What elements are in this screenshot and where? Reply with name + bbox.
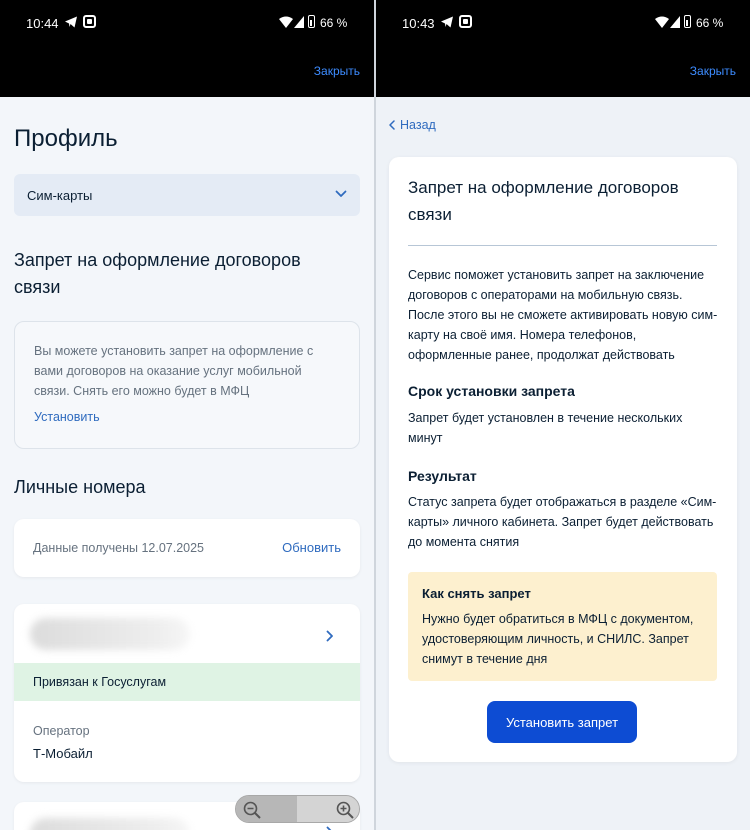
result-title: Результат <box>408 468 477 484</box>
profile-screen: 10:44 66 % Закрыть Профиль Сим-карты Зап… <box>0 0 374 830</box>
zoom-out-button[interactable] <box>236 796 298 822</box>
service-description: Сервис поможет установить запрет на закл… <box>408 268 718 362</box>
term-title: Срок установки запрета <box>408 383 575 399</box>
battery-percent: 66 % <box>320 16 348 30</box>
ban-detail-screen: 10:43 66 % Закрыть Назад Запрет на оформ… <box>376 0 750 830</box>
blurred-phone-number <box>30 818 190 830</box>
profile-content: Профиль Сим-карты Запрет на оформление д… <box>0 97 374 830</box>
zoom-control <box>235 795 360 823</box>
status-time: 10:44 <box>26 16 59 31</box>
zoom-out-icon <box>243 801 261 819</box>
data-received-label: Данные получены 12.07.2025 <box>33 541 205 555</box>
zoom-in-icon <box>336 801 354 819</box>
section-select[interactable]: Сим-карты <box>14 174 360 216</box>
select-value: Сим-карты <box>27 188 93 203</box>
chevron-right-icon <box>326 630 333 642</box>
refresh-button[interactable]: Обновить <box>282 540 341 555</box>
app-icon <box>459 15 472 28</box>
battery-icon <box>684 15 691 28</box>
linked-badge: Привязан к Госуслугам <box>14 663 360 701</box>
operator-label: Оператор <box>33 724 90 738</box>
set-ban-button[interactable]: Установить запрет <box>487 701 637 743</box>
wifi-icon <box>655 16 669 28</box>
battery-icon <box>308 15 315 28</box>
blurred-phone-number <box>30 618 190 650</box>
close-button[interactable]: Закрыть <box>314 64 360 78</box>
ban-section-title: Запрет на оформление договоров связи <box>14 250 301 297</box>
wifi-icon <box>279 16 293 28</box>
status-bar: 10:43 66 % Закрыть <box>376 0 750 97</box>
personal-numbers-title: Личные номера <box>14 477 146 497</box>
linked-label: Привязан к Госуслугам <box>33 675 167 689</box>
page-title: Профиль <box>14 125 118 152</box>
detail-content: Назад Запрет на оформление договоров свя… <box>376 97 750 830</box>
note-title: Как снять запрет <box>422 586 531 601</box>
app-icon <box>83 15 96 28</box>
close-button[interactable]: Закрыть <box>690 64 736 78</box>
data-status-card: Данные получены 12.07.2025 Обновить <box>14 519 360 577</box>
back-label: Назад <box>400 118 436 132</box>
sim-card-item[interactable]: Привязан к Госуслугам Оператор Т-Мобайл <box>14 604 360 782</box>
ban-info-card: Вы можете установить запрет на оформлени… <box>14 321 360 449</box>
screens: 10:44 66 % Закрыть Профиль Сим-карты Зап… <box>0 0 750 830</box>
status-time: 10:43 <box>402 16 435 31</box>
telegram-icon <box>441 16 453 28</box>
ban-info-text: Вы можете установить запрет на оформлени… <box>34 344 314 398</box>
telegram-icon <box>65 16 77 28</box>
title-divider <box>408 245 717 246</box>
battery-percent: 66 % <box>696 16 724 30</box>
note-text: Нужно будет обратиться в МФЦ с документо… <box>422 612 694 666</box>
chevron-left-icon <box>389 120 395 130</box>
signal-icon <box>670 16 680 28</box>
zoom-in-button[interactable] <box>297 796 359 822</box>
chevron-right-icon <box>326 826 332 830</box>
how-to-remove-note: Как снять запрет Нужно будет обратиться … <box>408 572 717 681</box>
result-text: Статус запрета будет отображаться в разд… <box>408 495 717 549</box>
operator-value: Т-Мобайл <box>33 746 93 761</box>
term-text: Запрет будет установлен в течение нескол… <box>408 411 683 445</box>
back-button[interactable]: Назад <box>389 118 436 132</box>
signal-icon <box>294 16 304 28</box>
chevron-down-icon <box>335 190 347 197</box>
set-ban-link[interactable]: Установить <box>34 410 100 424</box>
detail-title: Запрет на оформление договоров связи <box>408 178 679 224</box>
ban-detail-panel: Запрет на оформление договоров связи Сер… <box>389 157 737 762</box>
status-bar: 10:44 66 % Закрыть <box>0 0 374 97</box>
